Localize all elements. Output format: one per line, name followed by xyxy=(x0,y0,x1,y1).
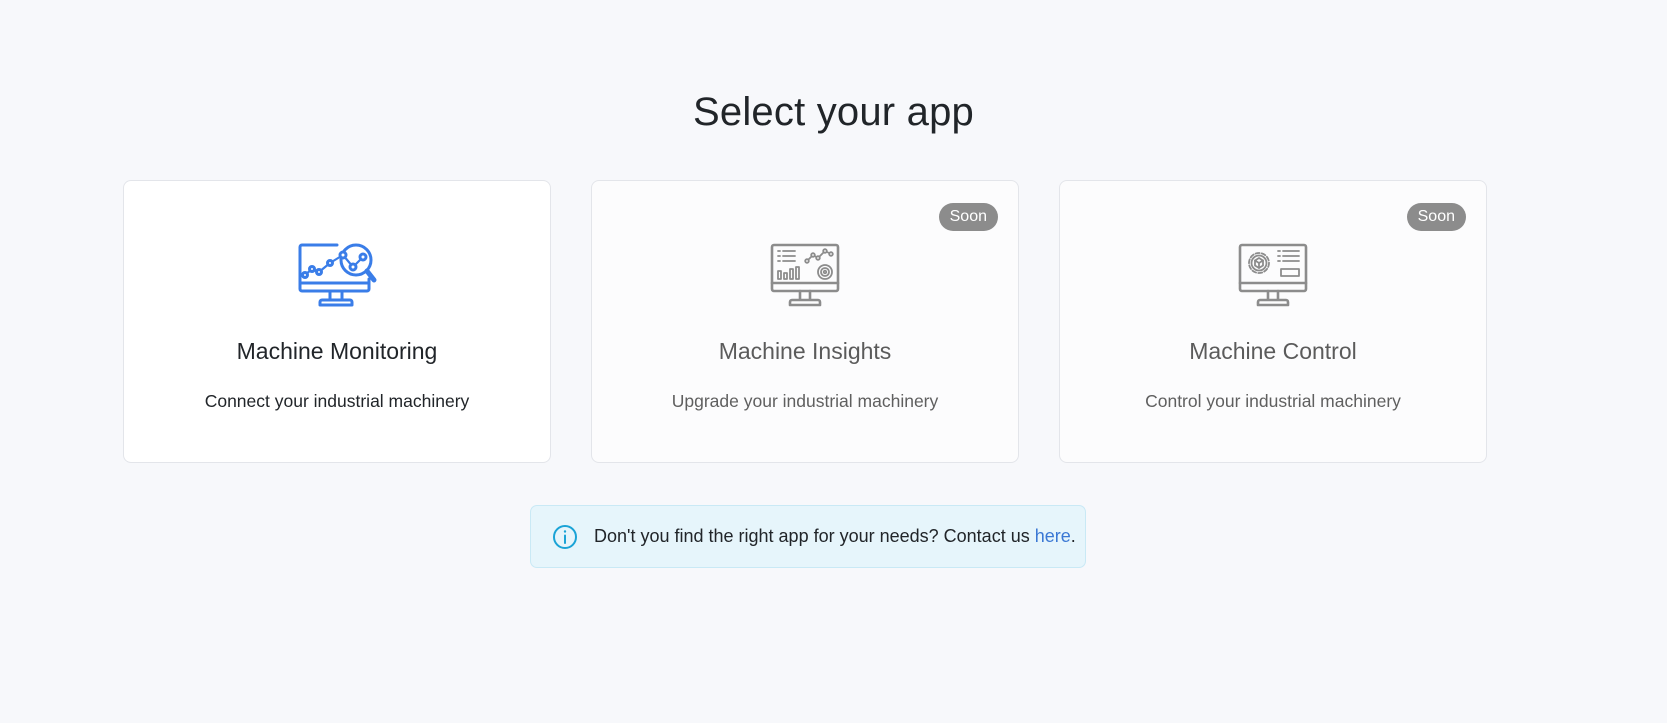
app-card-machine-insights: Soon Machine Insights Upgrade your indus… xyxy=(591,180,1019,463)
app-card-machine-control: Soon Machine Control Control your indust… xyxy=(1059,180,1487,463)
info-suffix: . xyxy=(1070,526,1076,546)
card-title: Machine Insights xyxy=(718,338,892,364)
app-selection-page: Select your app Machine Monitoring Conne… xyxy=(0,0,1667,723)
soon-badge: Soon xyxy=(938,203,998,231)
card-title: Machine Monitoring xyxy=(236,338,438,364)
page-title: Select your app xyxy=(693,90,974,134)
monitor-gear-control-icon xyxy=(1238,243,1308,307)
card-description: Connect your industrial machinery xyxy=(204,391,470,411)
monitor-dashboard-icon xyxy=(770,243,840,307)
monitor-analytics-search-icon xyxy=(298,243,377,307)
app-cards: Machine Monitoring Connect your industri… xyxy=(123,180,1487,463)
card-description: Control your industrial machinery xyxy=(1145,391,1401,411)
info-text: Don't you find the right app for your ne… xyxy=(594,526,1035,546)
info-alert: Don't you find the right app for your ne… xyxy=(530,505,1086,568)
card-description: Upgrade your industrial machinery xyxy=(671,391,939,411)
app-card-machine-monitoring[interactable]: Machine Monitoring Connect your industri… xyxy=(123,180,551,463)
info-circle-icon xyxy=(553,524,577,549)
card-title: Machine Control xyxy=(1189,338,1357,364)
info-message: Don't you find the right app for your ne… xyxy=(594,526,1076,547)
soon-badge: Soon xyxy=(1406,203,1466,231)
contact-link[interactable]: here xyxy=(1035,526,1071,546)
